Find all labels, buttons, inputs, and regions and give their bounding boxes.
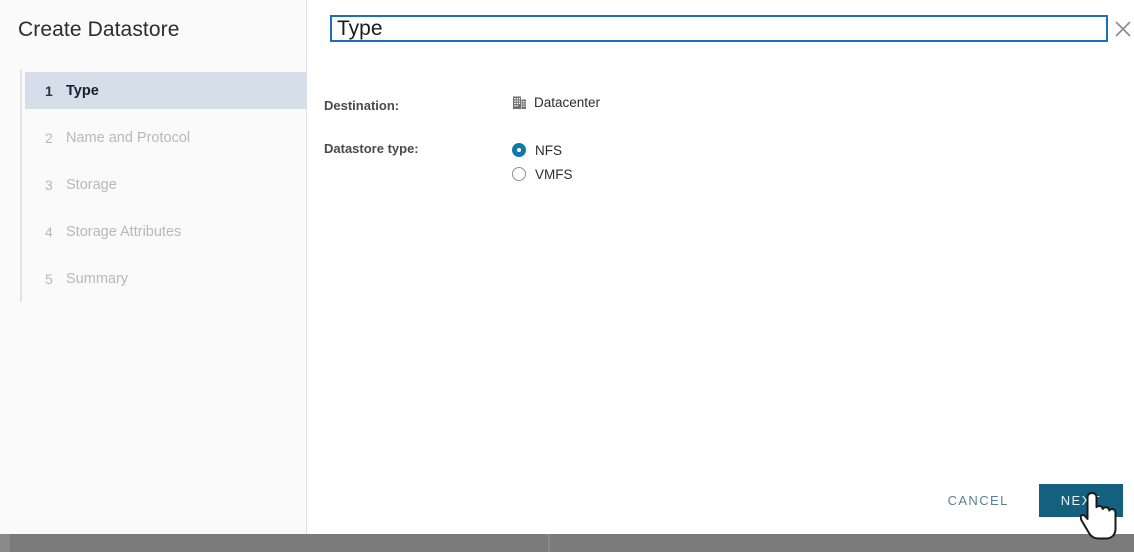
radio-label-nfs: NFS	[535, 142, 562, 158]
step-label: Storage Attributes	[66, 223, 182, 240]
desktop-taskbar	[0, 534, 1134, 552]
page-title: Type	[337, 17, 383, 40]
destination-label: Destination:	[324, 98, 400, 113]
step-number: 3	[45, 176, 53, 193]
sidebar-step-storage[interactable]: 3 Storage	[25, 166, 307, 203]
radio-label-vmfs: VMFS	[535, 166, 573, 182]
cancel-button[interactable]: CANCEL	[934, 485, 1023, 516]
radio-option-nfs[interactable]: NFS	[512, 138, 1134, 162]
wizard-footer: CANCEL NEXT	[934, 484, 1123, 517]
step-number: 2	[45, 129, 53, 146]
close-icon[interactable]	[1113, 19, 1133, 39]
radio-option-vmfs[interactable]: VMFS	[512, 162, 1134, 186]
wizard-content-pane: Type Destination: Datacenter Datastore t…	[307, 0, 1134, 534]
step-label: Name and Protocol	[66, 129, 191, 146]
step-track-line	[20, 70, 22, 302]
step-number: 5	[45, 270, 53, 287]
datastore-type-row: Datastore type: NFS VMFS	[307, 138, 1134, 186]
sidebar-step-type[interactable]: 1 Type	[25, 72, 307, 109]
step-label: Type	[66, 82, 99, 99]
page-heading-highlight: Type	[330, 15, 1108, 42]
taskbar-left-edge	[0, 534, 10, 552]
taskbar-divider	[548, 534, 550, 552]
step-number: 1	[45, 82, 53, 99]
radio-selected-icon[interactable]	[512, 143, 526, 157]
step-label: Storage	[66, 176, 117, 193]
datastore-type-label: Datastore type:	[324, 141, 419, 156]
step-label: Summary	[66, 270, 129, 287]
destination-name: Datacenter	[534, 95, 601, 110]
destination-row: Destination: Datacenter	[307, 95, 1134, 113]
wizard-step-list: 1 Type 2 Name and Protocol 3 Storage 4 S…	[25, 72, 307, 307]
datacenter-icon	[512, 95, 527, 110]
radio-unselected-icon[interactable]	[512, 167, 526, 181]
create-datastore-wizard: Create Datastore 1 Type 2 Name and Proto…	[0, 0, 1134, 534]
type-form: Destination: Datacenter Datastore type: …	[307, 95, 1134, 186]
step-number: 4	[45, 223, 53, 240]
destination-value: Datacenter	[512, 95, 1134, 110]
datastore-type-options: NFS VMFS	[512, 138, 1134, 186]
wizard-sidebar: Create Datastore 1 Type 2 Name and Proto…	[0, 0, 307, 534]
sidebar-step-name-and-protocol[interactable]: 2 Name and Protocol	[25, 119, 307, 156]
wizard-title: Create Datastore	[18, 18, 180, 41]
sidebar-step-storage-attributes[interactable]: 4 Storage Attributes	[25, 213, 307, 250]
next-button[interactable]: NEXT	[1038, 484, 1123, 517]
sidebar-step-summary[interactable]: 5 Summary	[25, 260, 307, 297]
